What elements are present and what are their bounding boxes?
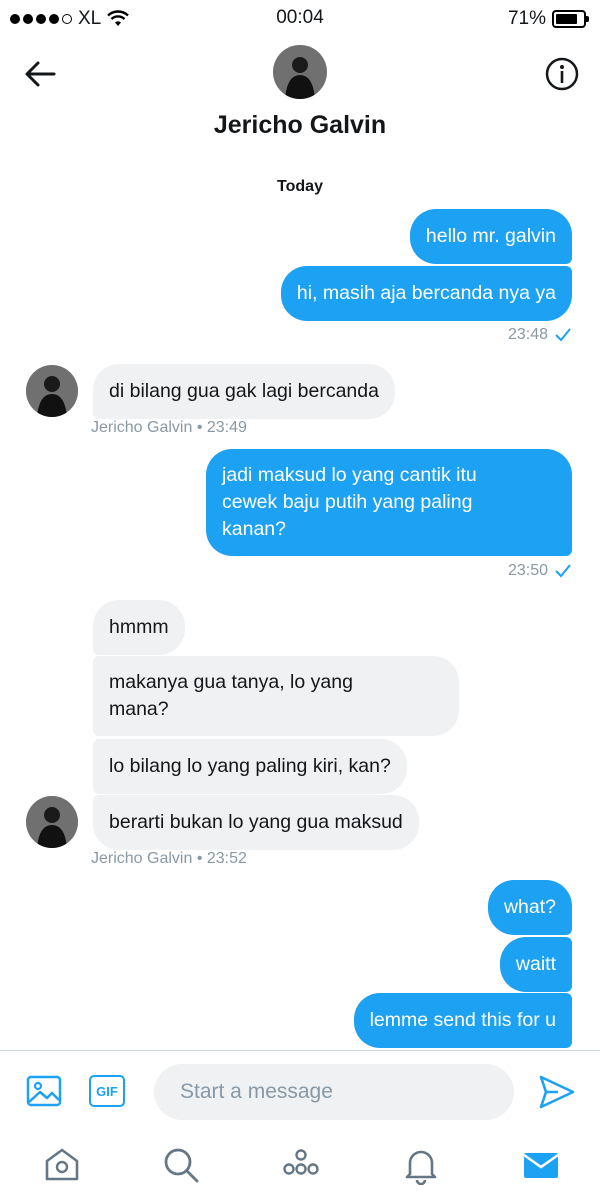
contact-name[interactable]: Jericho Galvin — [0, 111, 600, 140]
incoming-message[interactable]: berarti bukan lo yang gua maksud — [93, 795, 419, 850]
battery-icon — [552, 10, 589, 28]
outgoing-message[interactable]: lemme send this for u — [353, 993, 572, 1048]
incoming-message[interactable]: hmmm — [93, 600, 185, 655]
outgoing-message[interactable]: jadi maksud lo yang cantik itu cewek baj… — [206, 449, 572, 556]
message-timestamp: 23:48 — [508, 326, 572, 344]
contact-avatar[interactable] — [26, 365, 78, 417]
incoming-message[interactable]: lo bilang lo yang paling kiri, kan? — [93, 739, 407, 794]
outgoing-message[interactable]: hi, masih aja bercanda nya ya — [280, 266, 572, 321]
sender-time-text: Jericho Galvin • 23:52 — [91, 850, 247, 867]
battery-percent: 71% — [507, 8, 546, 29]
message-input[interactable] — [154, 1064, 514, 1120]
info-icon[interactable] — [544, 56, 580, 92]
message-line: mana? — [109, 698, 169, 720]
sender-time-text: Jericho Galvin • 23:49 — [91, 419, 247, 436]
message-timestamp: 23:50 — [508, 562, 572, 580]
spaces-icon[interactable] — [281, 1145, 321, 1185]
message-line: kanan? — [222, 518, 286, 540]
timestamp-text: 23:48 — [507, 326, 548, 343]
back-arrow-icon[interactable] — [22, 56, 58, 92]
bell-icon[interactable] — [401, 1145, 441, 1185]
search-icon[interactable] — [161, 1145, 201, 1185]
gif-icon[interactable]: GIF — [89, 1075, 125, 1107]
conversation-header: Jericho Galvin — [0, 36, 600, 146]
outgoing-message[interactable]: hello mr. galvin — [409, 209, 572, 264]
outgoing-message[interactable]: what? — [487, 880, 572, 935]
date-divider: Today — [277, 178, 323, 195]
message-composer: GIF — [0, 1050, 600, 1135]
contact-avatar[interactable] — [273, 45, 327, 99]
incoming-message[interactable]: makanya gua tanya, lo yang mana? — [93, 656, 459, 736]
image-icon[interactable] — [26, 1073, 62, 1109]
checkmark-icon — [555, 328, 571, 342]
message-line: makanya gua tanya, lo yang — [109, 671, 353, 693]
message-line: cewek baju putih yang paling — [222, 491, 473, 513]
battery-status: 71% — [507, 8, 589, 30]
bottom-tab-bar — [0, 1135, 600, 1200]
outgoing-message[interactable]: waitt — [499, 937, 572, 992]
home-icon[interactable] — [42, 1145, 82, 1185]
message-line: jadi maksud lo yang cantik itu — [222, 464, 477, 486]
contact-avatar[interactable] — [26, 796, 78, 848]
incoming-message[interactable]: di bilang gua gak lagi bercanda — [93, 364, 395, 419]
message-sender-time: Jericho Galvin • 23:49 — [91, 419, 247, 437]
checkmark-icon — [555, 564, 571, 578]
send-icon[interactable] — [538, 1073, 576, 1111]
timestamp-text: 23:50 — [507, 562, 548, 579]
status-bar: XL 00:04 71% — [0, 0, 600, 36]
message-sender-time: Jericho Galvin • 23:52 — [91, 850, 247, 868]
mail-icon[interactable] — [521, 1145, 561, 1185]
